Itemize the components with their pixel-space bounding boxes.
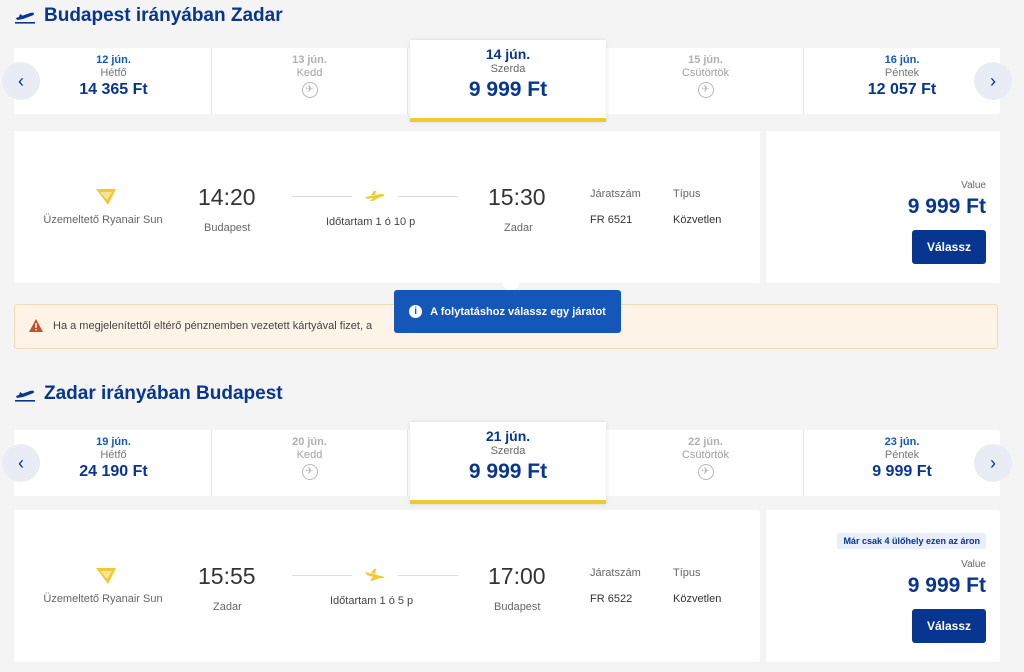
- departure-plane-icon: [15, 12, 35, 24]
- day-price: 14 365 Ft: [79, 81, 148, 98]
- day-date: 19 jún.: [96, 436, 131, 448]
- value-label: Value: [961, 180, 986, 191]
- route-line-left: [292, 196, 352, 197]
- inbound-day-2-selected[interactable]: 21 jún. Szerda 9 999 Ft: [410, 422, 606, 504]
- day-weekday: Péntek: [884, 449, 920, 461]
- day-weekday: Szerda: [490, 445, 526, 457]
- inbound-title-text: Zadar irányában Budapest: [44, 383, 283, 404]
- arrival-city: Budapest: [494, 601, 541, 613]
- inbound-flight-card[interactable]: Üzemeltető Ryanair Sun 15:55 Zadar Időta…: [14, 510, 760, 662]
- value-label: Value: [961, 559, 986, 570]
- operator-label: Üzemeltető Ryanair Sun: [43, 214, 163, 226]
- chevron-right-icon: ›: [990, 452, 996, 473]
- departure-time: 14:20: [198, 184, 256, 210]
- inbound-day-3: 22 jún. Csütörtök ✈: [608, 430, 804, 496]
- outbound-day-0[interactable]: 12 jún. Hétfő 14 365 Ft: [16, 48, 212, 114]
- day-date: 16 jún.: [884, 54, 920, 66]
- plane-icon: [365, 191, 385, 201]
- day-date: 23 jún.: [884, 436, 920, 448]
- inbound-day-4[interactable]: 23 jún. Péntek 9 999 Ft: [804, 430, 1000, 496]
- arrival-time: 17:00: [488, 563, 546, 589]
- select-flight-button[interactable]: Válassz: [912, 609, 986, 643]
- day-weekday: Csütörtök: [681, 67, 730, 79]
- tooltip-text: A folytatáshoz válassz egy járatot: [430, 305, 606, 318]
- inbound-date-strip: ‹ 19 jún. Hétfő 24 190 Ft 20 jún. Kedd ✈…: [2, 422, 1012, 504]
- outbound-next-button[interactable]: ›: [974, 62, 1012, 100]
- outbound-day-1: 13 jún. Kedd ✈: [212, 48, 408, 114]
- inbound-day-1: 20 jún. Kedd ✈: [212, 430, 408, 496]
- day-price: 9 999 Ft: [468, 460, 548, 483]
- no-flight-icon: ✈: [301, 464, 318, 480]
- outbound-day-3: 15 jún. Csütörtök ✈: [608, 48, 804, 114]
- type-label: Típus: [673, 188, 701, 200]
- route-line-right: [398, 575, 458, 576]
- outbound-day-4[interactable]: 16 jún. Péntek 12 057 Ft: [804, 48, 1000, 114]
- flight-number-label: Járatszám: [590, 188, 641, 200]
- departure-city: Budapest: [204, 222, 251, 234]
- day-date: 13 jún.: [292, 54, 327, 66]
- day-weekday: Péntek: [884, 67, 920, 79]
- flight-number: FR 6521: [590, 214, 633, 226]
- flight-price: 9 999 Ft: [907, 195, 986, 218]
- type-label: Típus: [673, 567, 701, 579]
- arrival-time: 15:30: [488, 184, 546, 210]
- route-line-left: [292, 575, 352, 576]
- inbound-day-0[interactable]: 19 jún. Hétfő 24 190 Ft: [16, 430, 212, 496]
- day-weekday: Csütörtök: [681, 449, 730, 461]
- duration: Időtartam 1 ó 10 p: [326, 216, 416, 228]
- select-flight-tooltip: i A folytatáshoz válassz egy járatot: [394, 290, 621, 333]
- departure-city: Zadar: [213, 601, 242, 613]
- outbound-section-title: Budapest irányában Zadar: [14, 2, 283, 30]
- outbound-date-strip: ‹ 12 jún. Hétfő 14 365 Ft 13 jún. Kedd ✈…: [2, 40, 1012, 122]
- ryanair-logo-icon: [96, 568, 116, 584]
- inbound-next-button[interactable]: ›: [974, 444, 1012, 482]
- day-date: 12 jún.: [96, 54, 131, 66]
- day-price: 12 057 Ft: [867, 81, 937, 98]
- day-weekday: Szerda: [490, 63, 526, 75]
- flight-number-label: Járatszám: [590, 567, 641, 579]
- warning-text: Ha a megjelenítettől eltérő pénznemben v…: [53, 320, 373, 332]
- chevron-right-icon: ›: [990, 70, 996, 91]
- day-weekday: Kedd: [296, 449, 323, 461]
- no-flight-icon: ✈: [697, 464, 714, 480]
- day-date: 15 jún.: [688, 54, 723, 66]
- route-line-right: [398, 196, 458, 197]
- arrival-city: Zadar: [504, 222, 533, 234]
- warning-icon: [29, 319, 43, 332]
- select-flight-button[interactable]: Válassz: [912, 230, 986, 264]
- day-date: 20 jún.: [292, 436, 327, 448]
- outbound-day-2-selected[interactable]: 14 jún. Szerda 9 999 Ft: [410, 40, 606, 122]
- landing-plane-icon: [365, 569, 385, 581]
- flight-type: Közvetlen: [673, 214, 722, 226]
- outbound-title-text: Budapest irányában Zadar: [44, 5, 283, 26]
- day-weekday: Kedd: [296, 67, 323, 79]
- duration: Időtartam 1 ó 5 p: [330, 595, 414, 607]
- inbound-section-title: Zadar irányában Budapest: [14, 380, 283, 408]
- outbound-flight-card[interactable]: Üzemeltető Ryanair Sun 14:20 Budapest Id…: [14, 131, 760, 294]
- ryanair-logo-icon: [96, 189, 116, 205]
- day-date: 14 jún.: [485, 46, 531, 62]
- flight-number: FR 6522: [590, 593, 633, 605]
- day-date: 22 jún.: [688, 436, 723, 448]
- seats-left-badge: Már csak 4 ülőhely ezen az áron: [837, 533, 986, 549]
- departure-time: 15:55: [198, 563, 256, 589]
- day-price: 9 999 Ft: [468, 78, 548, 101]
- day-weekday: Hétfő: [100, 67, 127, 79]
- operator-label: Üzemeltető Ryanair Sun: [43, 593, 163, 605]
- flight-price: 9 999 Ft: [907, 574, 986, 597]
- day-price: 9 999 Ft: [872, 463, 932, 480]
- flight-type: Közvetlen: [673, 593, 722, 605]
- no-flight-icon: ✈: [697, 82, 714, 98]
- day-weekday: Hétfő: [100, 449, 127, 461]
- day-date: 21 jún.: [485, 428, 531, 444]
- day-price: 24 190 Ft: [79, 463, 148, 480]
- info-icon: i: [409, 305, 423, 318]
- outbound-price-card: Value 9 999 Ft Válassz: [766, 131, 1000, 283]
- departure-plane-icon: [15, 390, 35, 402]
- inbound-price-card: Már csak 4 ülőhely ezen az áron Value 9 …: [766, 510, 1000, 662]
- no-flight-icon: ✈: [301, 82, 318, 98]
